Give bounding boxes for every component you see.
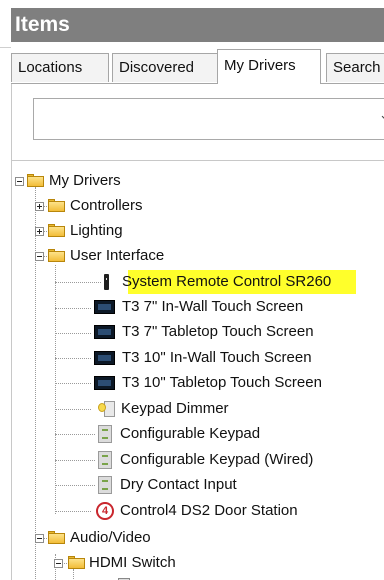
keypad-icon <box>98 425 112 443</box>
tree-item-t3-7-tabletop[interactable]: T3 7" Tabletop Touch Screen <box>12 320 384 344</box>
tree-node-label: Lighting <box>70 222 123 239</box>
chevron-down-icon[interactable]: ⌄ <box>379 107 384 127</box>
collapse-icon[interactable] <box>54 559 63 568</box>
keypad-icon <box>98 451 112 469</box>
collapse-icon[interactable] <box>35 534 44 543</box>
tree-item-partial[interactable] <box>12 575 384 580</box>
tree-node-audio-video[interactable]: Audio/Video <box>12 526 384 550</box>
tab-bar: Locations Discovered My Drivers Search <box>11 47 384 84</box>
tree-node-label: Audio/Video <box>70 529 151 546</box>
remote-icon <box>104 274 109 290</box>
tab-locations[interactable]: Locations <box>11 53 109 82</box>
tree-item-ds2-door-station[interactable]: 4 Control4 DS2 Door Station <box>12 499 384 523</box>
filter-dropdown[interactable]: ⌄ <box>33 98 384 140</box>
tree-item-label: T3 10" Tabletop Touch Screen <box>122 374 322 391</box>
tree-item-t3-10-inwall[interactable]: T3 10" In-Wall Touch Screen <box>12 346 384 370</box>
folder-open-icon <box>27 174 44 188</box>
filter-area: ⌄ <box>11 84 384 160</box>
tree-item-dry-contact-input[interactable]: Dry Contact Input <box>12 473 384 497</box>
tree-item-label: T3 10" In-Wall Touch Screen <box>122 349 312 366</box>
tree-item-label: Control4 DS2 Door Station <box>120 502 298 519</box>
tree-item-label: T3 7" In-Wall Touch Screen <box>122 298 304 315</box>
tree-node-user-interface[interactable]: User Interface <box>12 244 384 268</box>
tree-item-label: T3 7" Tabletop Touch Screen <box>122 323 314 340</box>
folder-icon <box>48 224 65 238</box>
tree-node-label: My Drivers <box>49 172 121 189</box>
tree-node-controllers[interactable]: Controllers <box>12 194 384 218</box>
tree-item-t3-10-tabletop[interactable]: T3 10" Tabletop Touch Screen <box>12 371 384 395</box>
expand-icon[interactable] <box>35 227 44 236</box>
expand-icon[interactable] <box>35 202 44 211</box>
touchscreen-icon <box>94 325 115 339</box>
collapse-icon[interactable] <box>15 177 24 186</box>
folder-open-icon <box>48 249 65 263</box>
tree-node-label: HDMI Switch <box>89 554 176 571</box>
touchscreen-icon <box>94 351 115 365</box>
tree-item-t3-7-inwall[interactable]: T3 7" In-Wall Touch Screen <box>12 295 384 319</box>
tree-item-label: System Remote Control SR260 <box>122 273 332 290</box>
tab-discovered[interactable]: Discovered <box>112 53 219 82</box>
tree-node-lighting[interactable]: Lighting <box>12 219 384 243</box>
tree-item-label: Configurable Keypad (Wired) <box>120 451 314 468</box>
control4-logo-icon: 4 <box>96 502 114 520</box>
tree-node-label: User Interface <box>70 247 165 264</box>
tree-node-label: Controllers <box>70 197 143 214</box>
tab-my-drivers[interactable]: My Drivers <box>217 49 321 84</box>
tree-node-my-drivers[interactable]: My Drivers <box>12 169 384 193</box>
folder-open-icon <box>68 556 85 570</box>
panel-title: Items <box>11 8 384 42</box>
tree-node-hdmi-switch[interactable]: HDMI Switch <box>12 551 384 575</box>
folder-icon <box>48 199 65 213</box>
keypad-icon <box>98 476 112 494</box>
folder-open-icon <box>48 531 65 545</box>
keypad-dimmer-icon <box>98 400 116 418</box>
tree-item-label: Keypad Dimmer <box>121 400 229 417</box>
panel-header: Items <box>0 0 384 48</box>
tab-search[interactable]: Search <box>326 53 384 82</box>
touchscreen-icon <box>94 376 115 390</box>
tree-item-configurable-keypad-wired[interactable]: Configurable Keypad (Wired) <box>12 448 384 472</box>
touchscreen-icon <box>94 300 115 314</box>
tree-item-configurable-keypad[interactable]: Configurable Keypad <box>12 422 384 446</box>
tree-item-label: Dry Contact Input <box>120 476 237 493</box>
collapse-icon[interactable] <box>35 252 44 261</box>
tree-item-keypad-dimmer[interactable]: Keypad Dimmer <box>12 397 384 421</box>
tree-item-label: Configurable Keypad <box>120 425 261 442</box>
drivers-tree: My Drivers Controllers Lighting User Int… <box>11 161 384 580</box>
tree-item-sr260[interactable]: System Remote Control SR260 <box>12 270 384 294</box>
